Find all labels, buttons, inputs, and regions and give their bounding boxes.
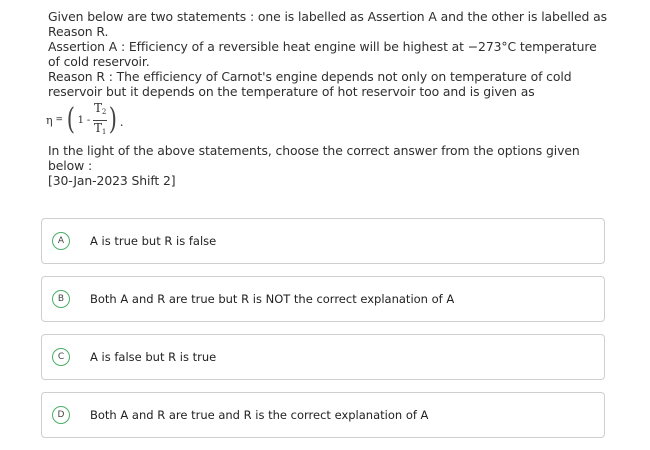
option-d-text: Both A and R are true and R is the corre… bbox=[90, 408, 429, 422]
question-block: Given below are two statements : one is … bbox=[46, 9, 608, 188]
formula-open-paren: ( bbox=[66, 102, 75, 137]
reason-text: Reason R : The efficiency of Carnot's en… bbox=[48, 69, 572, 99]
option-b-text: Both A and R are true but R is NOT the c… bbox=[90, 292, 455, 306]
formula-fraction: T2 T1 bbox=[93, 100, 108, 139]
option-c-badge: C bbox=[52, 348, 70, 366]
formula-equals: = bbox=[55, 114, 64, 125]
option-c[interactable]: C A is false but R is true bbox=[41, 334, 605, 380]
fraction-numerator: T2 bbox=[93, 100, 107, 116]
option-b-badge: B bbox=[52, 290, 70, 308]
option-d[interactable]: D Both A and R are true and R is the cor… bbox=[41, 392, 605, 438]
answer-options: A A is true but R is false B Both A and … bbox=[41, 218, 605, 450]
formula-minus: - bbox=[86, 114, 91, 126]
efficiency-formula: η = ( 1 - T2 T1 ) . bbox=[46, 100, 608, 140]
option-a-text: A is true but R is false bbox=[90, 234, 217, 248]
option-a-badge: A bbox=[52, 232, 70, 250]
assertion-text: Assertion A : Efficiency of a reversible… bbox=[48, 39, 597, 69]
formula-close-paren: ) bbox=[108, 102, 117, 137]
question-intro: Given below are two statements : one is … bbox=[48, 9, 608, 39]
exam-source: [30-Jan-2023 Shift 2] bbox=[48, 173, 176, 188]
fraction-denominator: T1 bbox=[93, 120, 107, 136]
option-a[interactable]: A A is true but R is false bbox=[41, 218, 605, 264]
option-b[interactable]: B Both A and R are true but R is NOT the… bbox=[41, 276, 605, 322]
option-c-text: A is false but R is true bbox=[90, 350, 217, 364]
formula-one: 1 bbox=[77, 114, 84, 126]
option-d-badge: D bbox=[52, 406, 70, 424]
instruction-text: In the light of the above statements, ch… bbox=[48, 143, 580, 173]
formula-eta: η bbox=[46, 113, 53, 127]
formula-period: . bbox=[119, 115, 124, 129]
